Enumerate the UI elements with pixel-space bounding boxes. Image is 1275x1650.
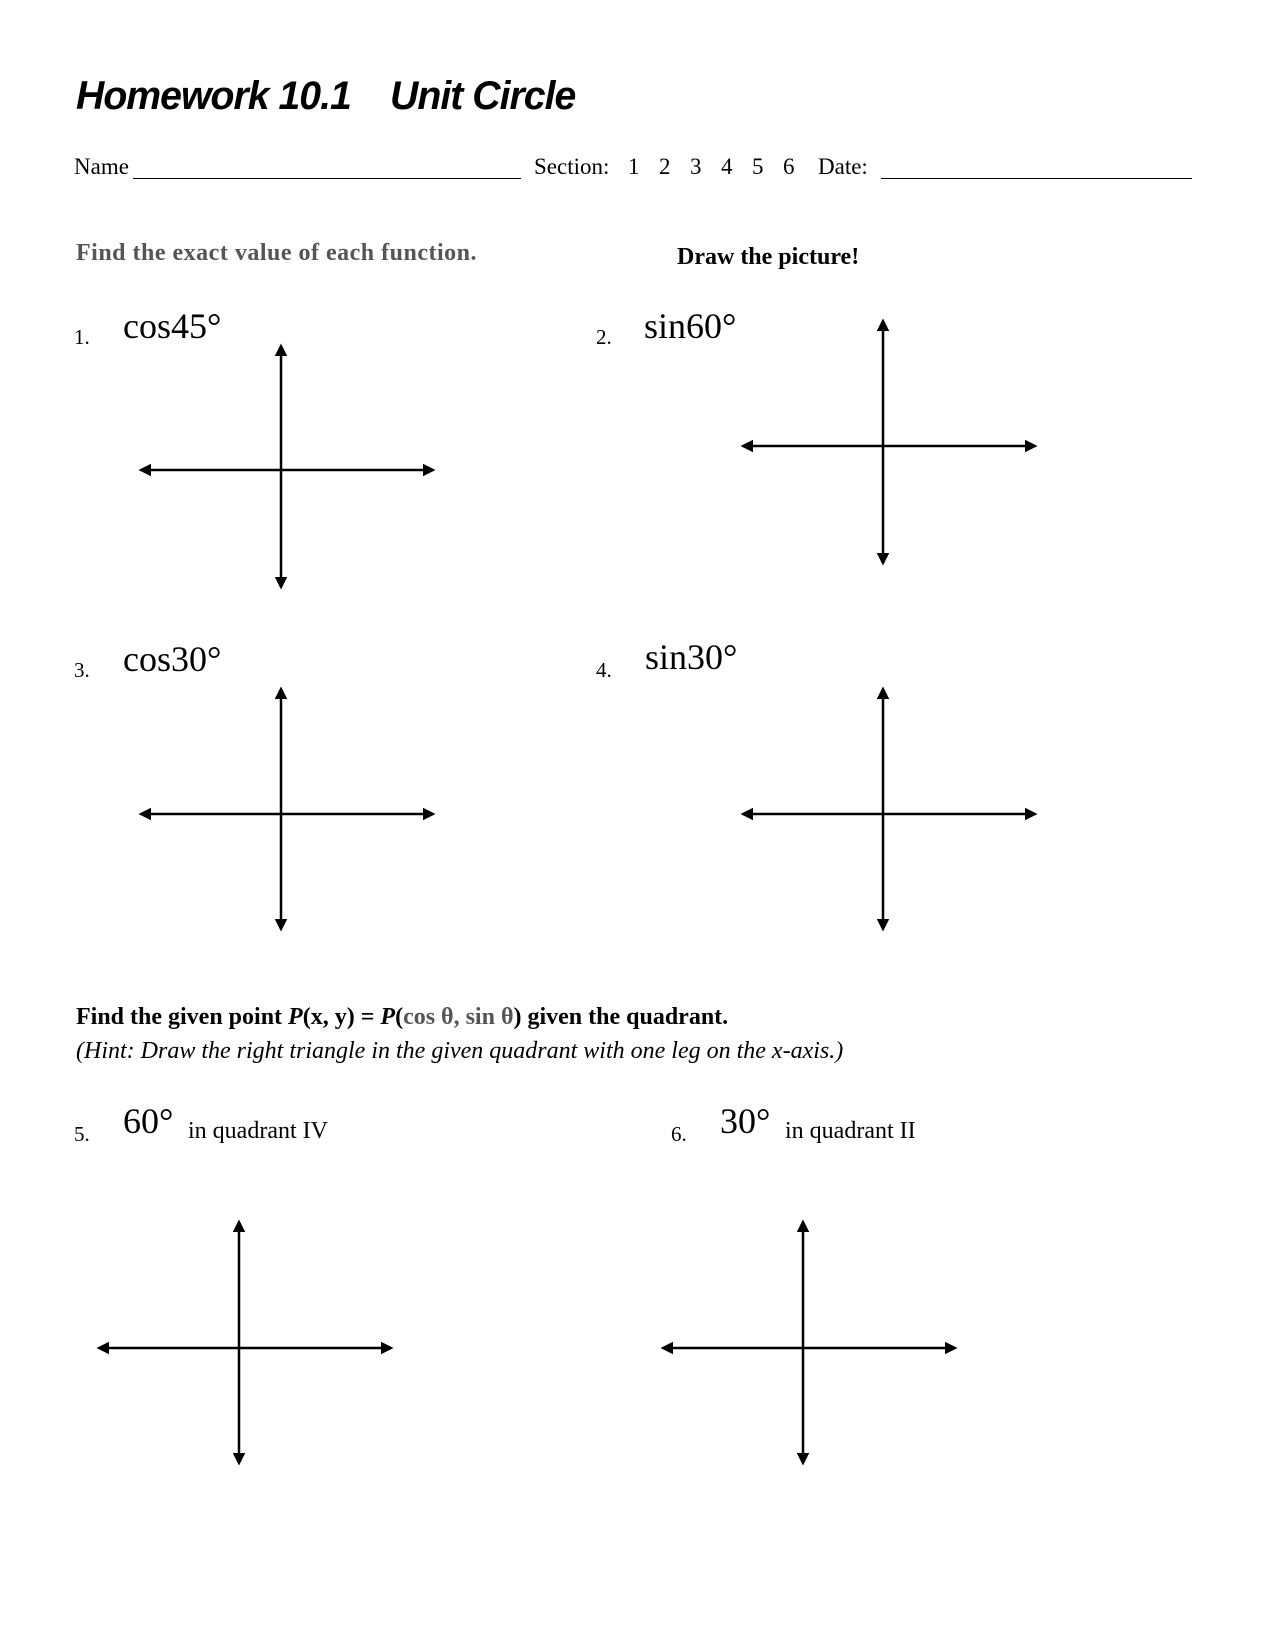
axes-problem-3[interactable] bbox=[138, 686, 436, 932]
title-topic: Unit Circle bbox=[390, 74, 576, 118]
problem-4-number: 4. bbox=[596, 658, 612, 682]
date-label: Date: bbox=[818, 154, 868, 179]
axes-problem-5[interactable] bbox=[96, 1219, 394, 1466]
part2-instruction: Find the given point P(x, y) = P(cos θ, … bbox=[76, 1004, 728, 1031]
problem-5-quadrant: in quadrant IV bbox=[188, 1118, 328, 1144]
page-title: Homework 10.1 Unit Circle bbox=[76, 74, 576, 119]
section-option-1[interactable]: 1 bbox=[628, 154, 640, 180]
axes-problem-2[interactable] bbox=[740, 318, 1038, 566]
problem-1-expression: cos45° bbox=[123, 306, 222, 346]
problem-5-angle: 60° bbox=[123, 1101, 174, 1141]
section-option-6[interactable]: 6 bbox=[783, 154, 795, 180]
problem-2-expression: sin60° bbox=[644, 306, 737, 346]
date-field[interactable] bbox=[881, 178, 1192, 179]
problem-6-angle: 30° bbox=[720, 1101, 771, 1141]
problem-3-expression: cos30° bbox=[123, 639, 222, 679]
part2-instruction-end: ) given the quadrant. bbox=[513, 1004, 729, 1030]
section-label: Section: bbox=[534, 154, 610, 179]
axes-problem-4[interactable] bbox=[740, 686, 1038, 932]
part2-instruction-text: Find the given point bbox=[76, 1004, 289, 1030]
problem-6-number: 6. bbox=[671, 1122, 687, 1146]
name-label: Name bbox=[74, 154, 129, 179]
section-option-4[interactable]: 4 bbox=[721, 154, 733, 180]
axes-problem-6[interactable] bbox=[660, 1219, 958, 1466]
title-homework: Homework 10.1 bbox=[76, 74, 352, 118]
section-option-5[interactable]: 5 bbox=[752, 154, 764, 180]
problem-6-quadrant: in quadrant II bbox=[785, 1118, 916, 1144]
axes-problem-1[interactable] bbox=[138, 343, 436, 590]
problem-4-expression: sin30° bbox=[645, 637, 738, 677]
draw-instruction: Draw the picture! bbox=[677, 244, 860, 270]
problem-1-number: 1. bbox=[74, 325, 90, 349]
problem-3-number: 3. bbox=[74, 658, 90, 682]
part2-instruction-xy: (x, y) = bbox=[302, 1004, 381, 1030]
problem-5-number: 5. bbox=[74, 1122, 90, 1146]
trig-coordinates: cos θ, sin θ bbox=[403, 1004, 514, 1030]
section-option-3[interactable]: 3 bbox=[690, 154, 702, 180]
hint-text: (Hint: Draw the right triangle in the gi… bbox=[76, 1038, 844, 1064]
name-field[interactable] bbox=[133, 178, 521, 179]
point-p: P bbox=[288, 1004, 303, 1030]
point-p2: P bbox=[380, 1004, 396, 1030]
section-option-2[interactable]: 2 bbox=[659, 154, 671, 180]
paren-open: ( bbox=[395, 1004, 404, 1030]
part1-instruction: Find the exact value of each function. bbox=[76, 240, 477, 266]
problem-2-number: 2. bbox=[596, 325, 612, 349]
